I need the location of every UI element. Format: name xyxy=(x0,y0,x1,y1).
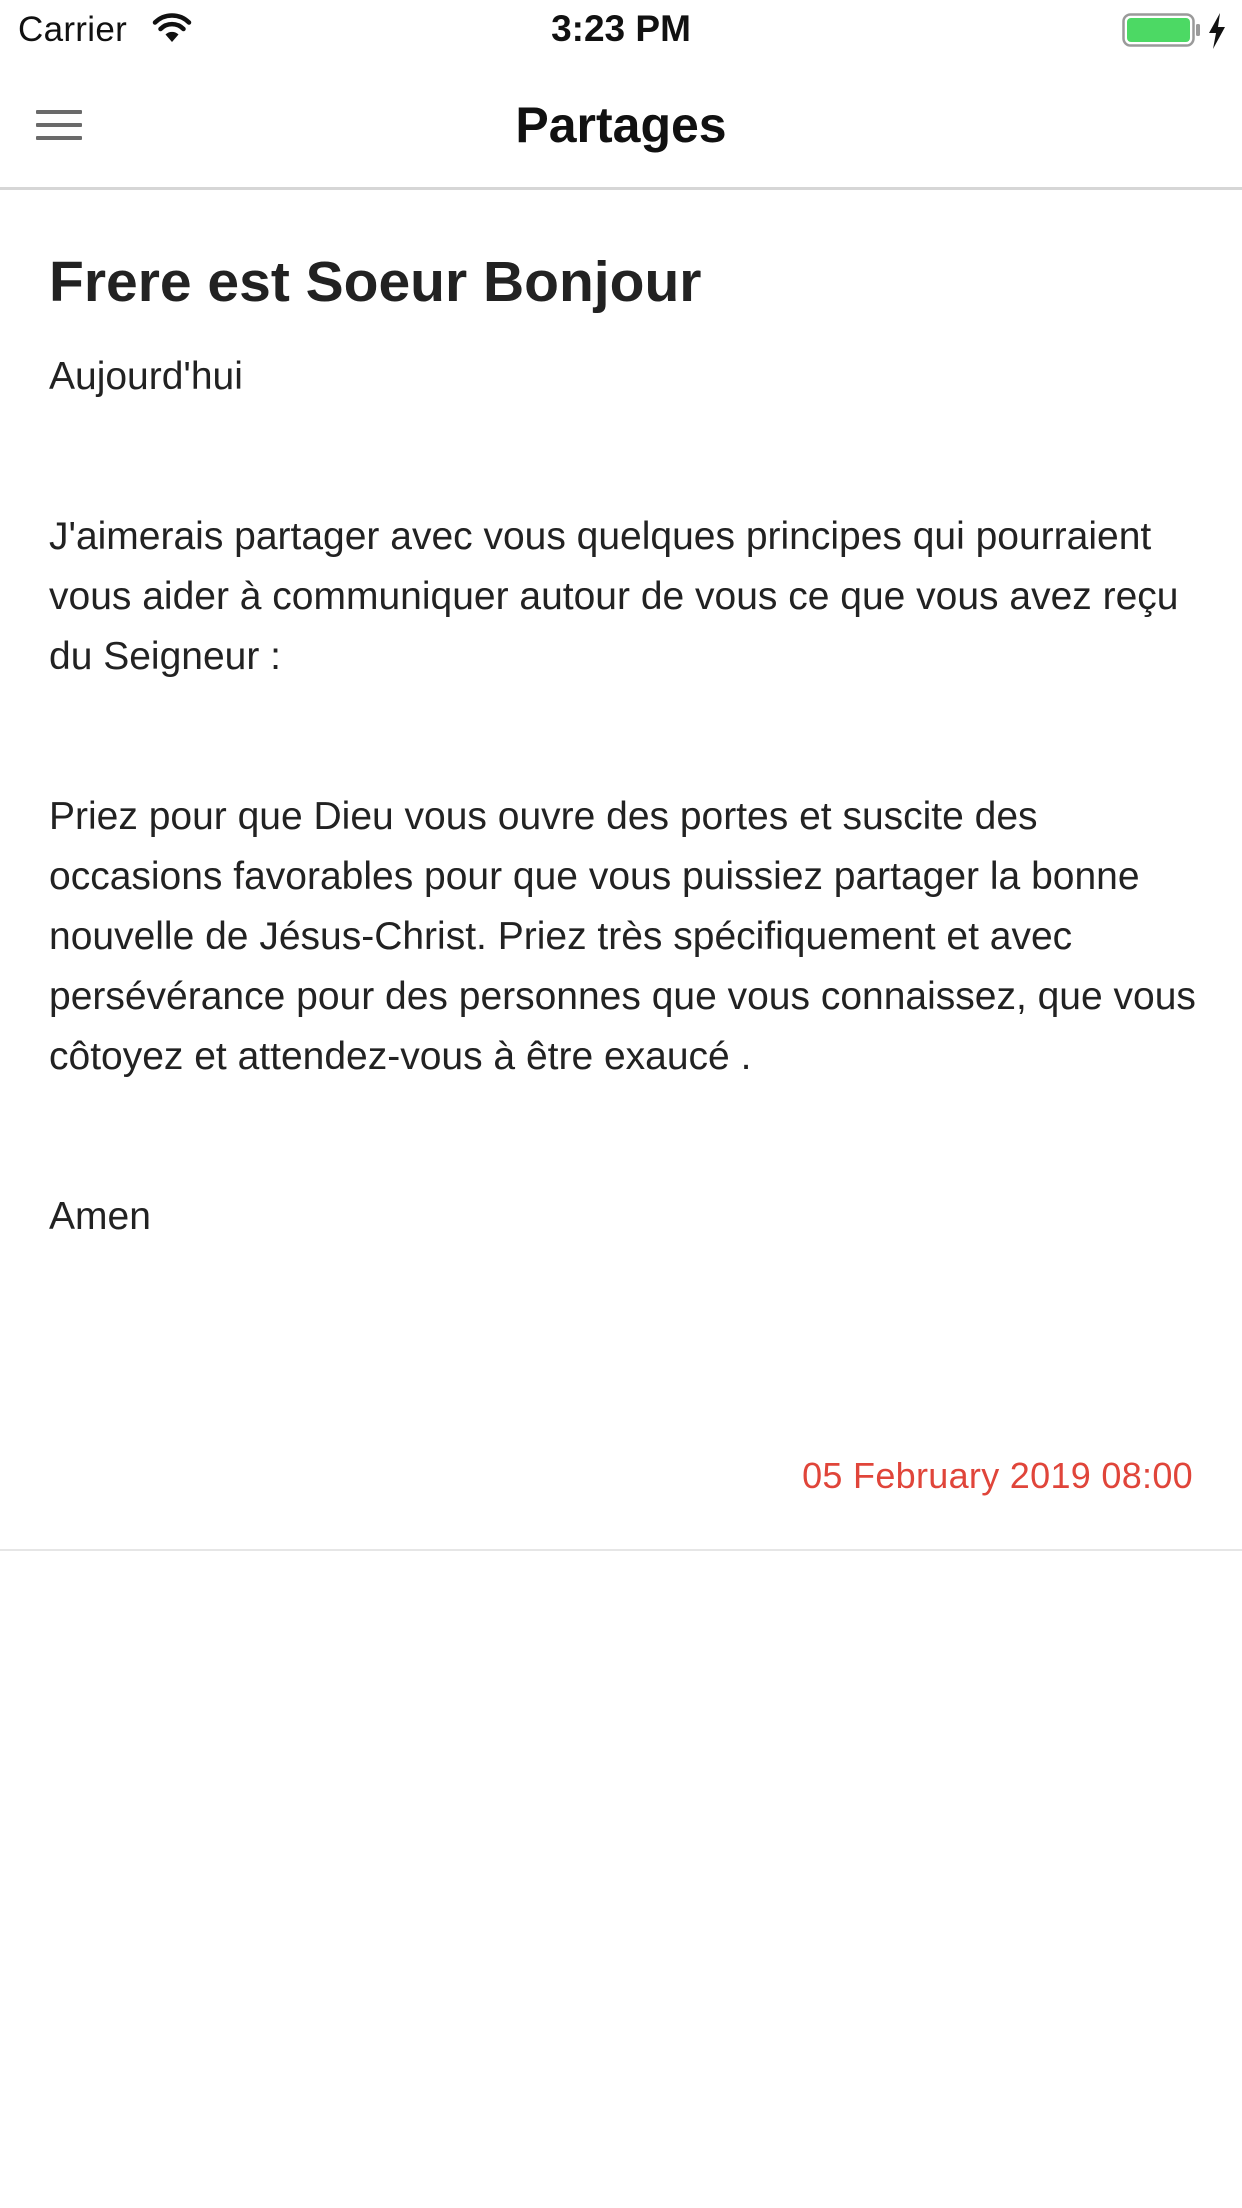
page-title: Partages xyxy=(515,97,727,153)
status-bar: Carrier 3:23 PM xyxy=(0,0,1242,60)
battery-icon xyxy=(1122,13,1200,47)
article-card: Frere est Soeur Bonjour Aujourd'hui J'ai… xyxy=(0,193,1242,1551)
article-paragraph: Priez pour que Dieu vous ouvre des porte… xyxy=(49,795,1196,1078)
navigation-bar: Partages xyxy=(0,60,1242,190)
article-title: Frere est Soeur Bonjour xyxy=(49,250,702,314)
article-paragraph: Amen xyxy=(49,1195,151,1238)
clock: 3:23 PM xyxy=(551,8,691,49)
charging-bolt-icon xyxy=(1209,13,1225,49)
article-date: 05 February 2019 08:00 xyxy=(802,1455,1193,1496)
article-paragraph: Aujourd'hui xyxy=(49,355,243,398)
article-paragraph: J'aimerais partager avec vous quelques p… xyxy=(49,515,1179,678)
article-body: Aujourd'hui J'aimerais partager avec vou… xyxy=(49,347,1209,1247)
